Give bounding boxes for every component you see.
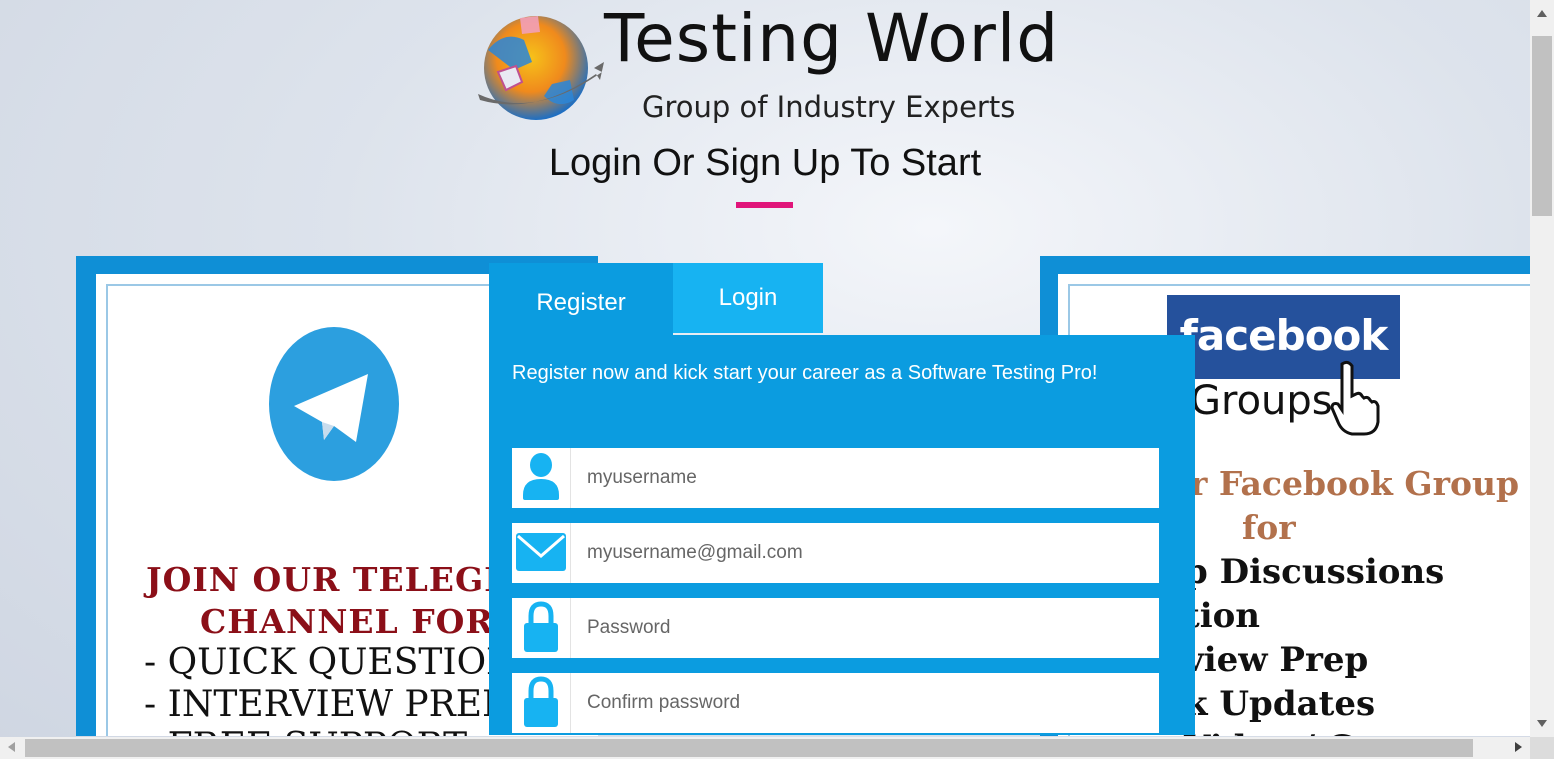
scroll-down-arrow-icon[interactable] <box>1537 720 1547 727</box>
globe-logo-icon <box>478 16 604 120</box>
register-tagline: Register now and kick start your career … <box>512 362 1098 384</box>
tab-register[interactable]: Register <box>489 263 673 335</box>
confirm-password-input[interactable] <box>572 673 1157 733</box>
tab-login[interactable]: Login <box>673 263 823 333</box>
telegram-benefit-item: - FREE SUPPORT <box>144 726 467 736</box>
scroll-right-arrow-icon[interactable] <box>1515 742 1522 752</box>
scrollbar-corner <box>1530 737 1554 759</box>
telegram-benefit-item: - QUICK QUESTION <box>144 642 518 683</box>
facebook-logo-text: facebook <box>1179 311 1389 360</box>
username-input[interactable] <box>572 448 1157 508</box>
password-field[interactable] <box>512 598 1159 658</box>
facebook-benefit-item: Video / C <box>1184 728 1354 736</box>
telegram-icon <box>269 327 399 481</box>
brand-title: Testing World <box>604 0 1060 77</box>
facebook-benefit-item: p Discussions <box>1184 552 1445 592</box>
scroll-up-arrow-icon[interactable] <box>1537 10 1547 17</box>
email-input[interactable] <box>572 523 1157 583</box>
username-field[interactable] <box>512 448 1159 508</box>
vertical-scroll-thumb[interactable] <box>1532 36 1552 216</box>
facebook-benefit-item: view Prep <box>1184 640 1369 680</box>
brand-subtitle: Group of Industry Experts <box>642 90 1016 124</box>
horizontal-scroll-thumb[interactable] <box>25 739 1473 757</box>
vertical-scrollbar[interactable] <box>1530 0 1554 737</box>
facebook-groups-text: Groups <box>1190 378 1333 424</box>
brand-logo: Testing World Group of Industry Experts <box>474 0 1074 126</box>
title-underline <box>736 202 793 208</box>
facebook-heading-line2: for <box>1242 508 1296 547</box>
lock-icon <box>512 598 571 658</box>
facebook-heading-line1: ur Facebook Group <box>1166 464 1520 503</box>
envelope-icon <box>512 523 571 583</box>
telegram-benefit-item: - INTERVIEW PREI <box>144 684 497 725</box>
horizontal-scrollbar[interactable] <box>0 737 1530 759</box>
lock-icon <box>512 673 571 733</box>
user-icon <box>512 448 571 508</box>
confirm-password-field[interactable] <box>512 673 1159 733</box>
telegram-heading-line1: JOIN OUR TELEGI <box>146 560 501 599</box>
password-input[interactable] <box>572 598 1157 658</box>
telegram-heading-line2: CHANNEL FOR <box>200 602 494 641</box>
facebook-benefit-item: k Updates <box>1184 684 1376 724</box>
page-title: Login Or Sign Up To Start <box>548 142 982 184</box>
email-field[interactable] <box>512 523 1159 583</box>
hand-pointer-icon <box>1330 360 1380 436</box>
facebook-benefit-item: tion <box>1184 596 1261 636</box>
register-form-panel: Register now and kick start your career … <box>489 335 1195 735</box>
scroll-left-arrow-icon[interactable] <box>8 742 15 752</box>
